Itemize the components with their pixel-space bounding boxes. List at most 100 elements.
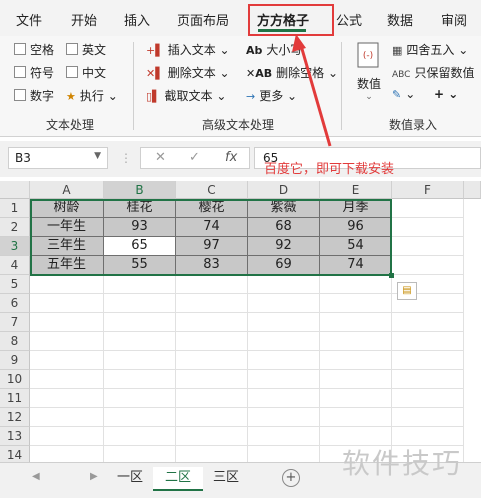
fill-handle[interactable] (389, 273, 394, 278)
cell[interactable] (176, 275, 248, 294)
cell[interactable] (104, 370, 176, 389)
column-header[interactable]: C (176, 181, 248, 199)
cell[interactable] (248, 370, 320, 389)
cell[interactable] (104, 294, 176, 313)
cell[interactable] (320, 294, 392, 313)
cell[interactable] (320, 332, 392, 351)
cell[interactable] (30, 313, 104, 332)
add-button[interactable]: + ⌄ (434, 87, 458, 101)
cell[interactable]: 97 (176, 237, 248, 256)
confirm-icon[interactable]: ✓ (189, 150, 200, 165)
cell[interactable]: 83 (176, 256, 248, 275)
cell[interactable]: 紫薇 (248, 199, 320, 218)
cell[interactable] (248, 389, 320, 408)
cell[interactable] (392, 313, 464, 332)
cell[interactable] (320, 370, 392, 389)
column-header[interactable]: F (392, 181, 464, 199)
cell[interactable] (104, 389, 176, 408)
tab-home[interactable]: 开始 (71, 10, 97, 29)
more-button[interactable]: → 更多 ⌄ (246, 87, 297, 104)
cell[interactable]: 55 (104, 256, 176, 275)
checkbox-space[interactable]: 空格 (14, 41, 54, 58)
row-header[interactable]: 7 (0, 313, 30, 332)
active-cell[interactable]: 65 (104, 237, 176, 256)
row-header[interactable]: 3 (0, 237, 30, 256)
cell[interactable] (320, 408, 392, 427)
checkbox-symbol[interactable]: 符号 (14, 64, 54, 81)
row-header[interactable]: 2 (0, 218, 30, 237)
cell[interactable] (392, 408, 464, 427)
cell[interactable] (392, 389, 464, 408)
cell[interactable] (248, 408, 320, 427)
cell[interactable]: 74 (320, 256, 392, 275)
cell[interactable] (248, 313, 320, 332)
cell[interactable] (392, 199, 464, 218)
cell[interactable] (176, 332, 248, 351)
cell[interactable]: 69 (248, 256, 320, 275)
row-header[interactable]: 8 (0, 332, 30, 351)
cell[interactable] (176, 294, 248, 313)
row-header[interactable]: 13 (0, 427, 30, 446)
column-header[interactable]: E (320, 181, 392, 199)
cell[interactable] (176, 351, 248, 370)
delete-text-button[interactable]: ✕▌ 删除文本 ⌄ (146, 64, 230, 81)
cell[interactable] (104, 313, 176, 332)
cell[interactable] (30, 351, 104, 370)
cancel-icon[interactable]: ✕ (155, 150, 166, 165)
cell[interactable] (320, 389, 392, 408)
cell[interactable] (104, 408, 176, 427)
cell[interactable]: 93 (104, 218, 176, 237)
scroll-left-icon[interactable]: ◀ (32, 471, 40, 482)
tab-data[interactable]: 数据 (387, 10, 413, 29)
cell[interactable] (248, 351, 320, 370)
cell[interactable]: 五年生 (30, 256, 104, 275)
cell[interactable]: 桂花 (104, 199, 176, 218)
tab-review[interactable]: 审阅 (441, 10, 467, 29)
row-header[interactable]: 10 (0, 370, 30, 389)
execute-button[interactable]: ★ 执行 ⌄ (66, 87, 118, 104)
row-header[interactable]: 11 (0, 389, 30, 408)
cell[interactable]: 96 (320, 218, 392, 237)
cell[interactable] (392, 370, 464, 389)
cell[interactable]: 樱花 (176, 199, 248, 218)
tab-page-layout[interactable]: 页面布局 (177, 10, 229, 29)
cell[interactable]: 三年生 (30, 237, 104, 256)
checkbox-english[interactable]: 英文 (66, 41, 106, 58)
quick-analysis-icon[interactable]: ▤ (397, 282, 417, 300)
cell[interactable]: 54 (320, 237, 392, 256)
cell[interactable] (248, 294, 320, 313)
checkbox-number[interactable]: 数字 (14, 87, 54, 104)
cell[interactable] (176, 408, 248, 427)
scroll-right-icon[interactable]: ▶ (90, 471, 98, 482)
cell[interactable] (248, 427, 320, 446)
cell[interactable] (30, 370, 104, 389)
column-header[interactable] (464, 181, 481, 199)
cell[interactable] (30, 332, 104, 351)
cell[interactable] (176, 313, 248, 332)
row-header[interactable]: 1 (0, 199, 30, 218)
row-header[interactable]: 9 (0, 351, 30, 370)
name-box[interactable]: B3 ▼ (8, 147, 108, 169)
delete-space-button[interactable]: ✕AB 删除空格 ⌄ (246, 64, 338, 81)
cell[interactable] (176, 389, 248, 408)
row-header[interactable]: 5 (0, 275, 30, 294)
add-sheet-icon[interactable]: + (282, 469, 300, 487)
cell[interactable] (104, 332, 176, 351)
sheet-tab-active[interactable]: 二区 (153, 467, 203, 491)
sheet-tab[interactable]: 一区 (110, 467, 150, 489)
column-header[interactable]: B (104, 181, 176, 199)
cell[interactable] (30, 294, 104, 313)
cell[interactable] (30, 389, 104, 408)
sheet-tab[interactable]: 三区 (206, 467, 246, 489)
tab-file[interactable]: 文件 (16, 10, 42, 29)
case-button[interactable]: Ab 大小写 (246, 41, 302, 58)
tab-formulas[interactable]: 公式 (336, 10, 362, 29)
checkbox-chinese[interactable]: 中文 (66, 64, 106, 81)
cell[interactable] (392, 237, 464, 256)
row-header[interactable]: 4 (0, 256, 30, 275)
cell[interactable] (320, 351, 392, 370)
cell[interactable]: 74 (176, 218, 248, 237)
cell[interactable] (248, 275, 320, 294)
cell[interactable]: 68 (248, 218, 320, 237)
round-button[interactable]: ▦ 四舍五入 ⌄ (392, 41, 468, 58)
